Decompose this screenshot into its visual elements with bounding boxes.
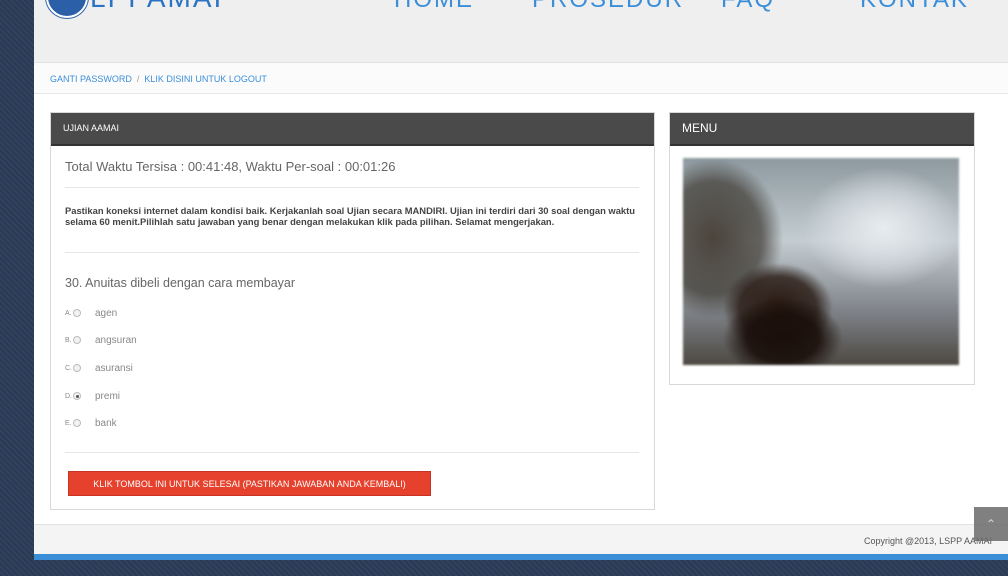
- option-letter: D.: [65, 392, 72, 400]
- logo-text[interactable]: LPPAMAI: [90, 0, 223, 14]
- footer: Copyright @2013, LSPP AAMAI: [34, 524, 1008, 555]
- left-background: [0, 0, 34, 576]
- option-letter: C.: [65, 364, 72, 372]
- option-letter: A.: [65, 309, 72, 317]
- nav-prosedur[interactable]: PROSEDUR: [532, 0, 684, 14]
- scroll-to-top-button[interactable]: ⌃: [974, 507, 1008, 541]
- option-letter: B.: [65, 336, 72, 344]
- menu-panel: MENU: [669, 112, 975, 385]
- option-label: agen: [95, 307, 118, 319]
- menu-panel-title: MENU: [670, 113, 974, 146]
- site-header: LPPAMAI HOME PROSEDUR FAQ KONTAK: [34, 0, 1008, 63]
- option-e[interactable]: E. bank: [65, 416, 117, 430]
- nav-kontak[interactable]: KONTAK: [860, 0, 969, 14]
- option-letter: E.: [65, 419, 72, 427]
- instructions-text: Pastikan koneksi internet dalam kondisi …: [65, 205, 635, 227]
- page: LPPAMAI HOME PROSEDUR FAQ KONTAK GANTI P…: [34, 0, 1008, 560]
- exam-panel: UJIAN AAMAI Total Waktu Tersisa : 00:41:…: [50, 112, 655, 510]
- radio-button[interactable]: [73, 364, 81, 372]
- question-text: 30. Anuitas dibeli dengan cara membayar: [65, 276, 296, 290]
- divider: [65, 452, 639, 453]
- exam-panel-title: UJIAN AAMAI: [51, 113, 654, 146]
- breadcrumb-bar: GANTI PASSWORD / KLIK DISINI UNTUK LOGOUT: [34, 63, 1008, 94]
- option-d[interactable]: D. premi: [65, 389, 120, 403]
- nav-home[interactable]: HOME: [394, 0, 474, 14]
- breadcrumb-separator: /: [136, 74, 140, 84]
- radio-button-selected[interactable]: [73, 392, 81, 400]
- option-c[interactable]: C. asuransi: [65, 361, 133, 375]
- option-label: asuransi: [95, 362, 133, 374]
- breadcrumb: GANTI PASSWORD / KLIK DISINI UNTUK LOGOUT: [50, 74, 267, 84]
- option-b[interactable]: B. angsuran: [65, 333, 137, 347]
- copyright-text: Copyright @2013, LSPP AAMAI: [863, 536, 992, 546]
- nav-faq[interactable]: FAQ: [721, 0, 775, 14]
- bottom-background: [0, 560, 1008, 576]
- option-label: angsuran: [95, 334, 137, 346]
- timer-text: Total Waktu Tersisa : 00:41:48, Waktu Pe…: [65, 159, 396, 174]
- webcam-feed: [683, 158, 959, 365]
- logout-link[interactable]: KLIK DISINI UNTUK LOGOUT: [144, 74, 267, 84]
- radio-button[interactable]: [73, 336, 81, 344]
- radio-button[interactable]: [73, 309, 81, 317]
- divider: [65, 252, 639, 253]
- finish-exam-button[interactable]: KLIK TOMBOL INI UNTUK SELESAI (PASTIKAN …: [68, 471, 431, 496]
- divider: [65, 187, 639, 188]
- radio-button[interactable]: [73, 419, 81, 427]
- logo-icon[interactable]: [46, 0, 88, 18]
- option-label: premi: [95, 390, 121, 402]
- footer-accent-bar: [34, 554, 1008, 560]
- option-a[interactable]: A. agen: [65, 306, 117, 320]
- option-label: bank: [95, 417, 117, 429]
- change-password-link[interactable]: GANTI PASSWORD: [50, 74, 132, 84]
- chevron-up-icon: ⌃: [985, 517, 997, 531]
